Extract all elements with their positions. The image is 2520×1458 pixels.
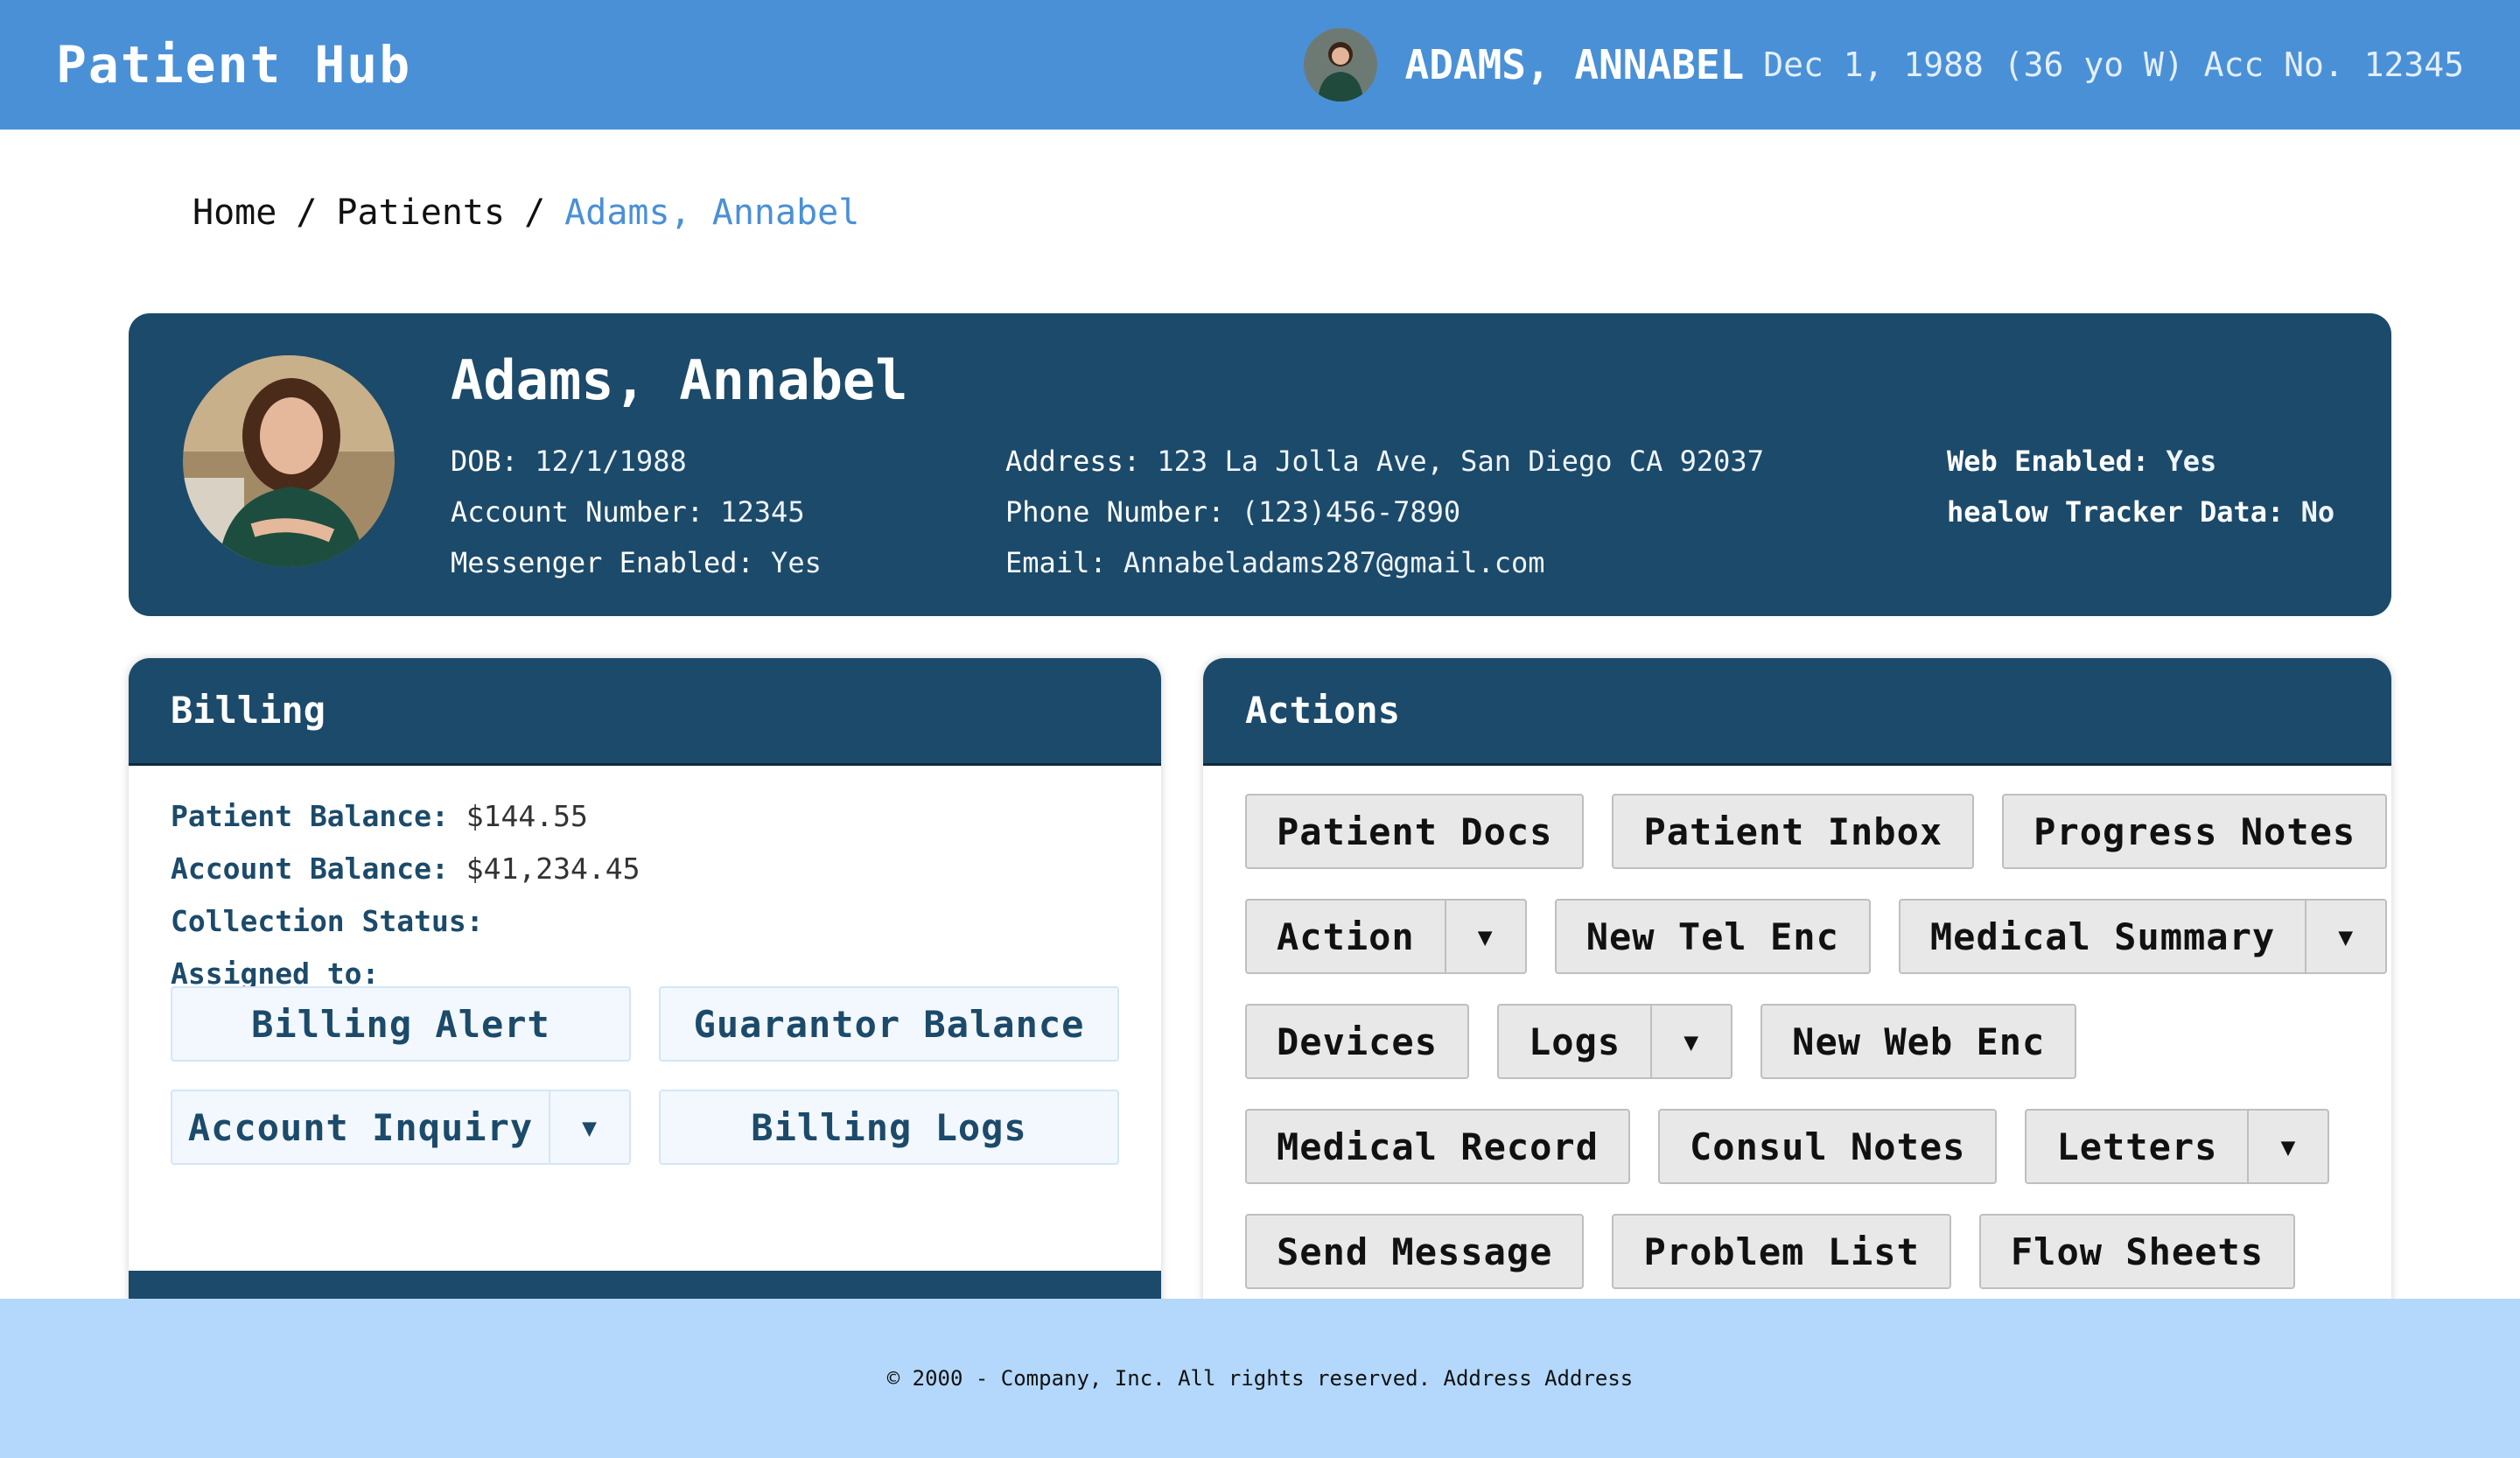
billing-panel-title: Billing (129, 658, 1161, 766)
action-button[interactable]: Action (1247, 915, 1445, 958)
breadcrumb-separator: / (296, 193, 318, 233)
dob-label: DOB: (451, 445, 519, 478)
messenger-enabled-value: Yes (771, 546, 822, 579)
patient-info-col-3: Web Enabled: Yes healow Tracker Data: No (1947, 436, 2334, 537)
phone-label: Phone Number: (1005, 495, 1225, 529)
patient-email: Email: Annabeladams287@gmail.com (1005, 537, 1764, 588)
send-message-button[interactable]: Send Message (1245, 1214, 1585, 1289)
actions-panel-title: Actions (1203, 658, 2391, 766)
breadcrumb: Home / Patients / Adams, Annabel (192, 193, 859, 233)
account-inquiry-button[interactable]: Account Inquiry (172, 1106, 549, 1149)
patient-balance-value: $144.55 (466, 799, 588, 833)
medical-summary-split-button: Medical Summary ▼ (1898, 899, 2388, 974)
patient-balance: Patient Balance: $144.55 (171, 790, 1119, 843)
action-dropdown-icon[interactable]: ▼ (1444, 901, 1525, 972)
patient-dob: DOB: 12/1/1988 (451, 436, 822, 487)
breadcrumb-separator: / (524, 193, 546, 233)
collection-status-label: Collection Status: (171, 904, 484, 938)
actions-row: Action ▼ New Tel Enc Medical Summary ▼ (1245, 899, 2388, 974)
actions-panel: Actions Patient Docs Patient Inbox Progr… (1203, 658, 2391, 1323)
patient-healow-tracker: healow Tracker Data: No (1947, 487, 2334, 537)
billing-body: Patient Balance: $144.55 Account Balance… (129, 766, 1161, 1165)
letters-split-button: Letters ▼ (2025, 1109, 2330, 1184)
action-split-button: Action ▼ (1245, 899, 1527, 974)
billing-panel: Billing Patient Balance: $144.55 Account… (129, 658, 1161, 1323)
account-balance-value: $41,234.45 (466, 852, 640, 886)
letters-dropdown-icon[interactable]: ▼ (2247, 1111, 2328, 1182)
patient-web-enabled: Web Enabled: Yes (1947, 436, 2334, 487)
app-title[interactable]: Patient Hub (56, 0, 411, 130)
actions-row: Patient Docs Patient Inbox Progress Note… (1245, 794, 2388, 869)
address-value: 123 La Jolla Ave, San Diego CA 92037 (1157, 445, 1764, 478)
devices-button[interactable]: Devices (1245, 1004, 1470, 1079)
breadcrumb-current: Adams, Annabel (564, 193, 860, 233)
consul-notes-button[interactable]: Consul Notes (1658, 1109, 1998, 1184)
patient-info-col-2: Address: 123 La Jolla Ave, San Diego CA … (1005, 436, 1764, 588)
logs-button[interactable]: Logs (1499, 1020, 1650, 1063)
patient-phone: Phone Number: (123)456-7890 (1005, 487, 1764, 537)
actions-row: Send Message Problem List Flow Sheets (1245, 1214, 2349, 1289)
medical-record-button[interactable]: Medical Record (1245, 1109, 1631, 1184)
problem-list-button[interactable]: Problem List (1612, 1214, 1951, 1289)
letters-button[interactable]: Letters (2026, 1125, 2247, 1168)
patient-info-col-1: DOB: 12/1/1988 Account Number: 12345 Mes… (451, 436, 822, 588)
patient-banner: Adams, Annabel DOB: 12/1/1988 Account Nu… (129, 313, 2391, 616)
messenger-enabled-label: Messenger Enabled: (451, 546, 754, 579)
patient-avatar (183, 355, 395, 567)
page-footer: © 2000 - Company, Inc. All rights reserv… (0, 1299, 2520, 1458)
patient-inbox-button[interactable]: Patient Inbox (1612, 794, 1975, 869)
dob-value: 12/1/1988 (535, 445, 687, 478)
billing-alert-button[interactable]: Billing Alert (171, 986, 631, 1062)
account-number-label: Account Number: (451, 495, 704, 529)
logs-dropdown-icon[interactable]: ▼ (1650, 1006, 1731, 1077)
actions-row: Medical Record Consul Notes Letters ▼ (1245, 1109, 2349, 1184)
header-patient-summary: ADAMS, ANNABEL Dec 1, 1988 (36 yo W) Acc… (1303, 0, 2464, 130)
medical-summary-dropdown-icon[interactable]: ▼ (2305, 901, 2385, 972)
patient-name: Adams, Annabel (451, 348, 908, 412)
logs-split-button: Logs ▼ (1497, 1004, 1733, 1079)
footer-text: © 2000 - Company, Inc. All rights reserv… (886, 1366, 1634, 1391)
healow-tracker-value: No (2300, 495, 2335, 529)
progress-notes-button[interactable]: Progress Notes (2002, 794, 2388, 869)
patient-account-number: Account Number: 12345 (451, 487, 822, 537)
top-bar: Patient Hub ADAMS, ANNABEL Dec 1, 1988 (… (0, 0, 2520, 130)
account-number-value: 12345 (720, 495, 805, 529)
patient-address: Address: 123 La Jolla Ave, San Diego CA … (1005, 436, 1764, 487)
email-value: Annabeladams287@gmail.com (1123, 546, 1545, 579)
web-enabled-value: Yes (2166, 445, 2217, 478)
email-label: Email: (1005, 546, 1107, 579)
account-inquiry-dropdown-icon[interactable]: ▼ (549, 1091, 629, 1163)
actions-row: Devices Logs ▼ New Web Enc (1245, 1004, 2349, 1079)
actions-body: Patient Docs Patient Inbox Progress Note… (1203, 766, 2391, 1289)
phone-value: (123)456-7890 (1241, 495, 1461, 529)
collection-status: Collection Status: (171, 895, 1119, 948)
account-balance-label: Account Balance: (171, 852, 449, 886)
patient-balance-label: Patient Balance: (171, 799, 449, 833)
account-inquiry-split-button: Account Inquiry ▼ (171, 1090, 631, 1165)
flow-sheets-button[interactable]: Flow Sheets (1978, 1214, 2296, 1289)
medical-summary-button[interactable]: Medical Summary (1900, 915, 2305, 958)
new-tel-enc-button[interactable]: New Tel Enc (1554, 899, 1871, 974)
patient-docs-button[interactable]: Patient Docs (1245, 794, 1585, 869)
web-enabled-label: Web Enabled: (1947, 445, 2150, 478)
guarantor-balance-button[interactable]: Guarantor Balance (659, 986, 1119, 1062)
patient-messenger-enabled: Messenger Enabled: Yes (451, 537, 822, 588)
header-avatar[interactable] (1303, 28, 1377, 102)
breadcrumb-patients[interactable]: Patients (336, 193, 505, 233)
header-patient-meta: Dec 1, 1988 (36 yo W) Acc No. 12345 (1763, 46, 2464, 84)
billing-logs-button[interactable]: Billing Logs (659, 1090, 1119, 1165)
address-label: Address: (1005, 445, 1141, 478)
healow-tracker-label: healow Tracker Data: (1947, 495, 2285, 529)
billing-buttons: Billing Alert Guarantor Balance Account … (171, 986, 1119, 1165)
account-balance: Account Balance: $41,234.45 (171, 843, 1119, 895)
breadcrumb-home[interactable]: Home (192, 193, 276, 233)
header-patient-name: ADAMS, ANNABEL (1404, 41, 1745, 88)
new-web-enc-button[interactable]: New Web Enc (1760, 1004, 2077, 1079)
